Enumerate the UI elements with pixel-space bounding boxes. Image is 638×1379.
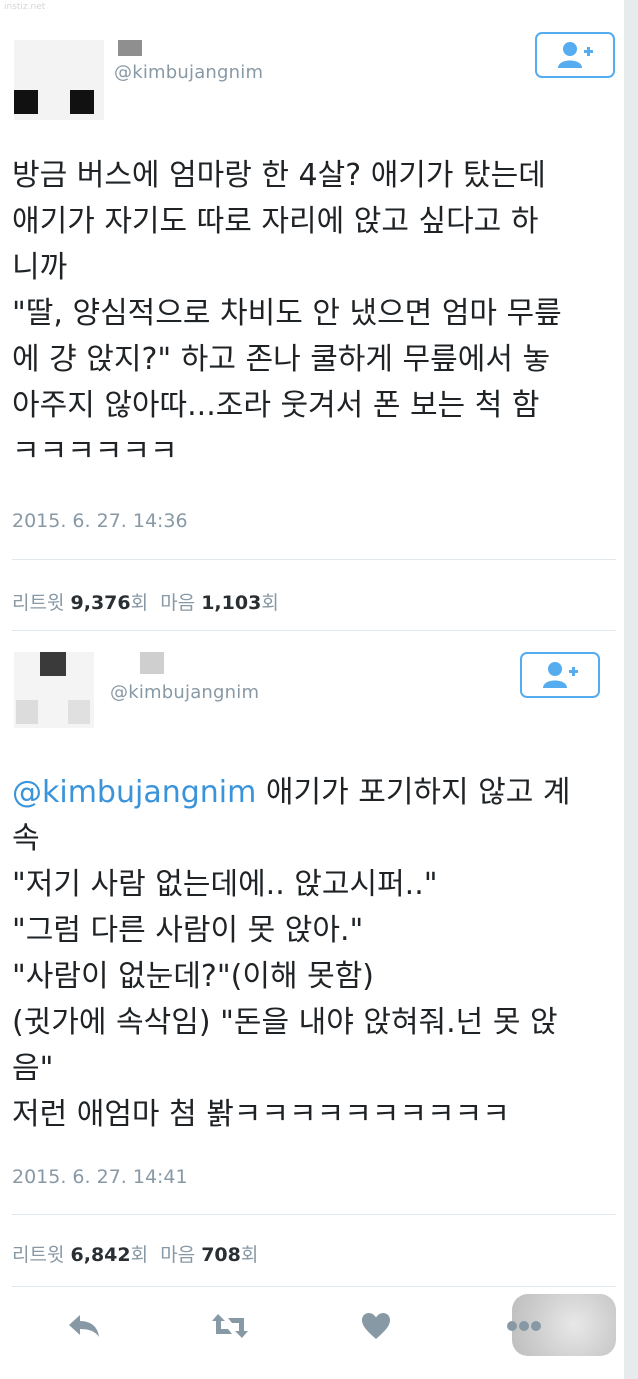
count-suffix: 회 xyxy=(240,1244,259,1266)
like-count[interactable]: 1,103 xyxy=(201,592,261,614)
retweet-button[interactable] xyxy=(210,1306,250,1346)
like-button[interactable] xyxy=(356,1306,396,1346)
tweet-handle[interactable]: @kimbujangnim xyxy=(110,682,259,703)
avatar-pixel-block xyxy=(70,90,94,114)
follow-button[interactable] xyxy=(535,32,615,78)
retweet-label: 리트윗 xyxy=(12,1244,65,1266)
tweet-handle[interactable]: @kimbujangnim xyxy=(114,62,263,83)
divider xyxy=(12,1214,616,1215)
follow-user-icon xyxy=(543,662,578,688)
count-suffix: 회 xyxy=(130,592,149,614)
tweet-text-body: 애기가 포기하지 않고 계 속 "저기 사람 없는데에.. 앉고시퍼.." "그… xyxy=(12,775,571,1132)
tweet-stats: 리트윗 6,842회 마음 708회 xyxy=(12,1240,258,1267)
follow-button[interactable] xyxy=(520,652,600,698)
watermark: instiz.net xyxy=(4,2,46,12)
more-dots-icon xyxy=(507,1321,541,1331)
twitter-screenshot: instiz.net @kimbujangnim 방금 버스에 엄마랑 한 4살… xyxy=(0,0,624,1379)
count-suffix: 회 xyxy=(261,592,279,614)
heart-icon xyxy=(362,1313,390,1339)
display-name-redacted[interactable] xyxy=(140,652,164,674)
tweet-timestamp[interactable]: 2015. 6. 27. 14:36 xyxy=(12,510,188,532)
like-count[interactable]: 708 xyxy=(201,1244,241,1266)
like-label: 마음 xyxy=(160,592,196,614)
display-name-redacted[interactable] xyxy=(118,40,142,56)
divider xyxy=(12,1286,616,1287)
mention-link[interactable]: @kimbujangnim xyxy=(12,775,256,810)
retweet-count[interactable]: 9,376 xyxy=(71,592,131,614)
count-suffix: 회 xyxy=(130,1244,149,1266)
tweet-text: 방금 버스에 엄마랑 한 4살? 애기가 탔는데 애기가 자기도 따로 자리에 … xyxy=(12,158,562,469)
avatar-pixel-block xyxy=(68,700,90,724)
retweet-count[interactable]: 6,842 xyxy=(71,1244,131,1266)
screen-edge xyxy=(624,0,638,1379)
divider xyxy=(12,630,616,631)
tweet-timestamp[interactable]: 2015. 6. 27. 14:41 xyxy=(12,1166,188,1188)
divider xyxy=(12,559,616,560)
avatar-pixel-block xyxy=(14,90,38,114)
tweet-text: @kimbujangnim 애기가 포기하지 않고 계 속 "저기 사람 없는데… xyxy=(12,770,618,1138)
retweet-label: 리트윗 xyxy=(12,592,65,614)
more-button[interactable] xyxy=(504,1306,544,1346)
tweet-stats: 리트윗 9,376회 마음 1,103회 xyxy=(12,588,279,615)
reply-icon xyxy=(69,1315,99,1337)
avatar-pixel-block xyxy=(40,652,66,676)
avatar-pixel-block xyxy=(16,700,38,724)
reply-button[interactable] xyxy=(64,1306,104,1346)
retweet-icon xyxy=(212,1314,248,1338)
follow-user-icon xyxy=(558,42,593,68)
like-label: 마음 xyxy=(160,1244,196,1266)
tweet-actions xyxy=(0,1290,624,1360)
